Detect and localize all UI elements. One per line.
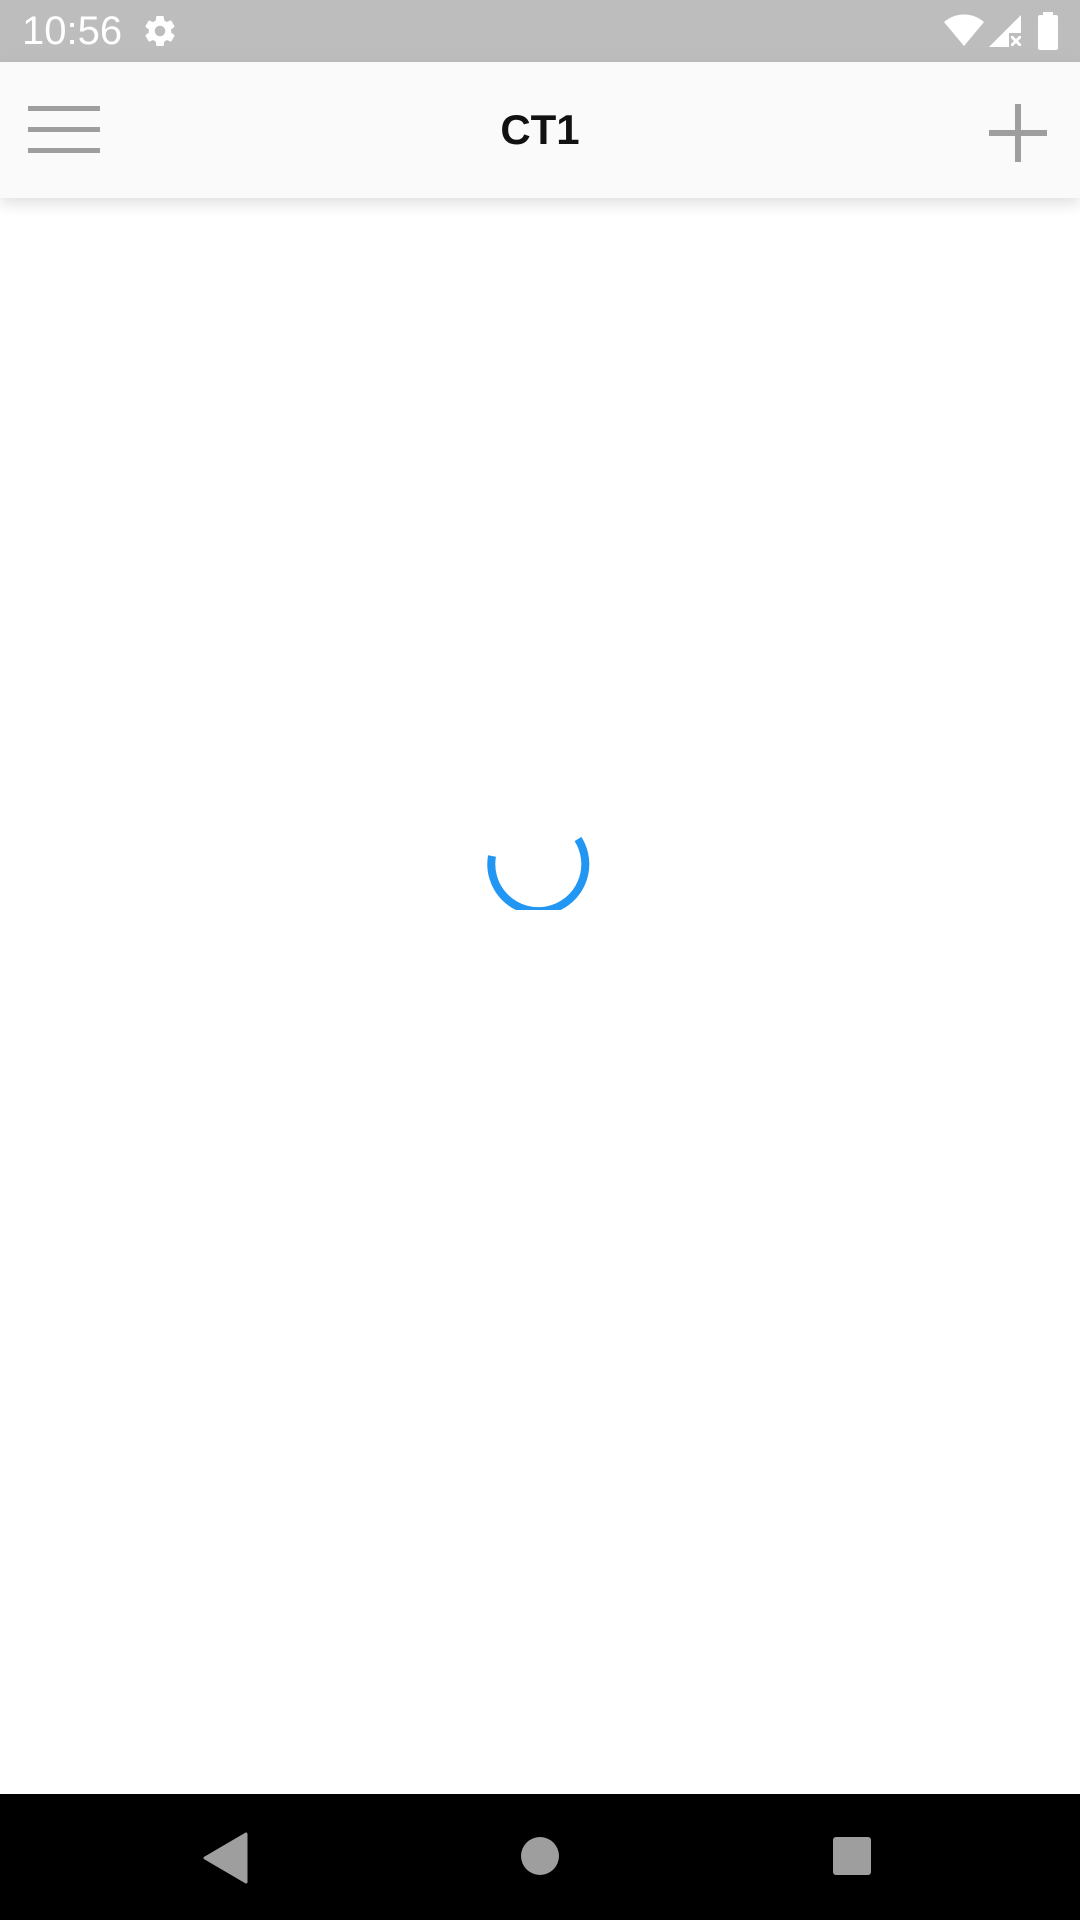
navigation-bar	[0, 1794, 1080, 1920]
app-screen: 10:56 CT1	[0, 0, 1080, 1920]
plus-icon	[989, 104, 1047, 162]
battery-icon	[1038, 12, 1058, 50]
home-icon[interactable]	[518, 1834, 562, 1878]
hamburger-menu-icon	[28, 106, 100, 153]
menu-button[interactable]	[24, 92, 104, 168]
gear-icon	[145, 16, 175, 47]
status-time: 10:56	[22, 9, 123, 53]
content-area	[0, 198, 1080, 1794]
back-icon[interactable]	[202, 1832, 248, 1884]
wifi-icon	[944, 14, 984, 46]
app-bar: CT1	[0, 62, 1080, 198]
signal-no-service-icon	[989, 15, 1021, 47]
page-title: CT1	[500, 106, 580, 153]
status-bar: 10:56	[0, 0, 1080, 62]
recents-icon[interactable]	[830, 1834, 874, 1878]
add-button[interactable]	[976, 92, 1060, 176]
loading-spinner	[487, 836, 590, 910]
